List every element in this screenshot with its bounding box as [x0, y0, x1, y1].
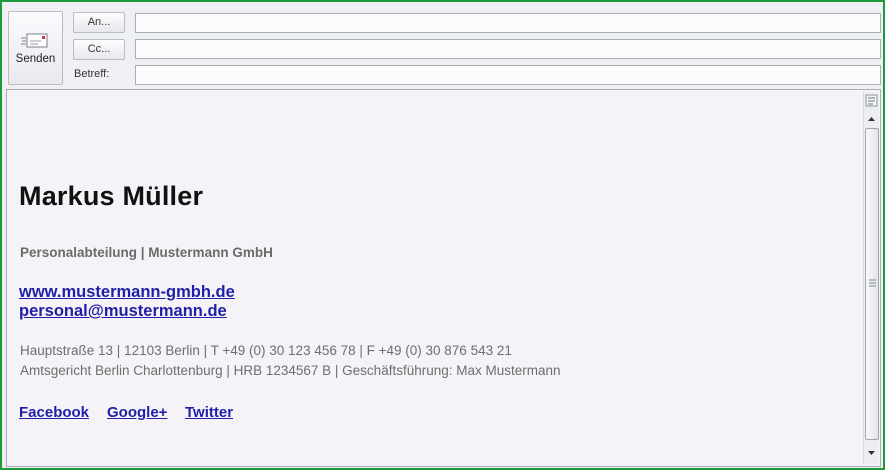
- subject-label: Betreff:: [74, 68, 110, 80]
- signature-name: Markus Müller: [19, 181, 204, 211]
- to-field[interactable]: [135, 13, 881, 33]
- message-body[interactable]: Markus Müller Personalabteilung | Muster…: [6, 89, 881, 467]
- send-button[interactable]: Senden: [8, 11, 63, 85]
- arrow-down-icon[interactable]: [865, 446, 878, 460]
- send-button-label: Senden: [15, 53, 56, 65]
- signature-address: Hauptstraße 13 | 12103 Berlin | T +49 (0…: [20, 343, 512, 358]
- arrow-up-icon[interactable]: [865, 112, 878, 126]
- facebook-link[interactable]: Facebook: [19, 404, 89, 421]
- grip-icon: [869, 279, 876, 287]
- to-button[interactable]: An...: [73, 12, 125, 33]
- signature-legal: Amtsgericht Berlin Charlottenburg | HRB …: [20, 363, 561, 378]
- cc-field[interactable]: [135, 39, 881, 59]
- website-link[interactable]: www.mustermann-gmbh.de: [19, 283, 235, 302]
- ruler-icon[interactable]: [865, 94, 878, 107]
- signature-department: Personalabteilung | Mustermann GmbH: [20, 245, 273, 260]
- compose-header: Senden An... Cc... Betreff:: [2, 2, 883, 90]
- email-compose-window: Senden An... Cc... Betreff: Markus Mülle…: [0, 0, 885, 470]
- subject-field[interactable]: [135, 65, 881, 85]
- twitter-link[interactable]: Twitter: [185, 404, 233, 421]
- google-plus-link[interactable]: Google+: [107, 404, 167, 421]
- vertical-scrollbar[interactable]: [863, 92, 879, 464]
- envelope-send-icon: [21, 33, 48, 48]
- email-link[interactable]: personal@mustermann.de: [19, 302, 227, 321]
- scrollbar-thumb[interactable]: [865, 128, 879, 440]
- cc-button[interactable]: Cc...: [73, 39, 125, 60]
